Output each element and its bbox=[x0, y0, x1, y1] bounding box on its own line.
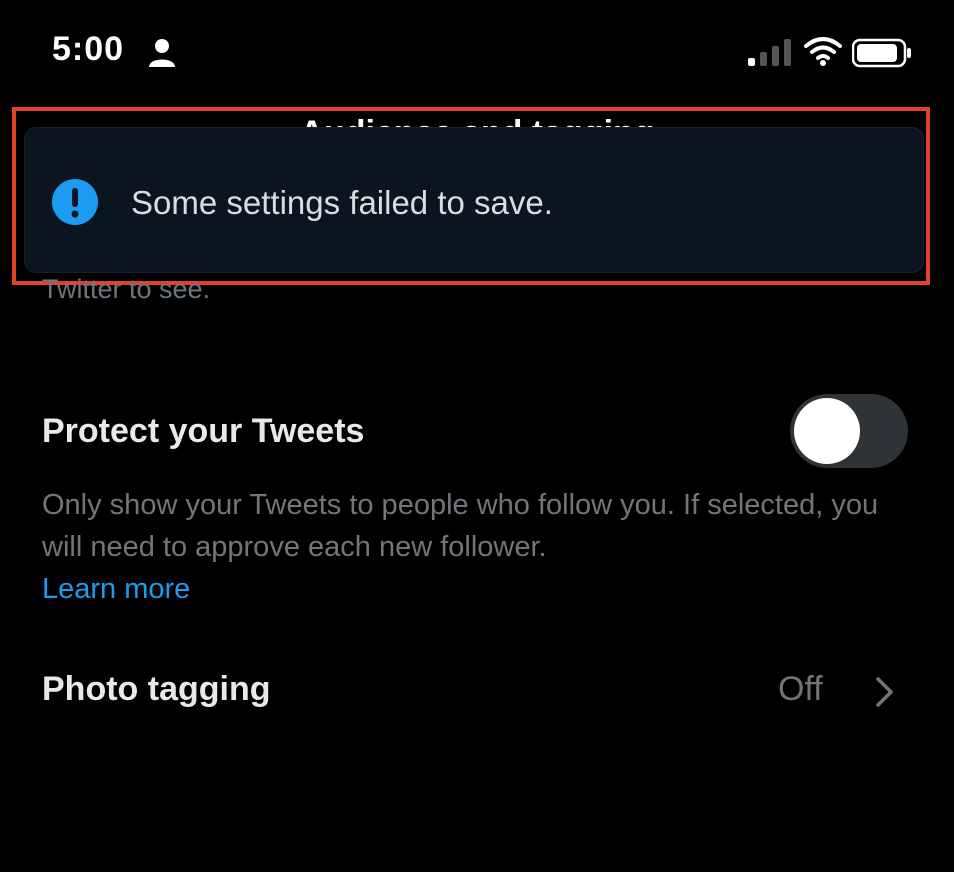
battery-icon bbox=[852, 38, 911, 68]
intro-text: Twitter to see. bbox=[42, 274, 211, 304]
protect-tweets-toggle[interactable] bbox=[790, 394, 908, 468]
status-bar: 5:00 bbox=[0, 0, 954, 100]
highlight-box bbox=[12, 107, 930, 285]
person-icon bbox=[149, 39, 175, 67]
photo-tagging-title[interactable]: Photo tagging bbox=[42, 670, 271, 709]
protect-tweets-description: Only show your Tweets to people who foll… bbox=[42, 484, 902, 610]
chevron-right-icon[interactable] bbox=[874, 676, 896, 708]
photo-tagging-value: Off bbox=[778, 670, 823, 708]
cellular-signal-icon bbox=[748, 39, 791, 66]
protect-description-text: Only show your Tweets to people who foll… bbox=[42, 489, 879, 563]
toggle-knob bbox=[794, 398, 860, 464]
wifi-icon bbox=[804, 37, 842, 66]
status-time: 5:00 bbox=[52, 30, 125, 68]
protect-tweets-title: Protect your Tweets bbox=[42, 412, 365, 450]
learn-more-link[interactable]: Learn more bbox=[42, 568, 902, 610]
